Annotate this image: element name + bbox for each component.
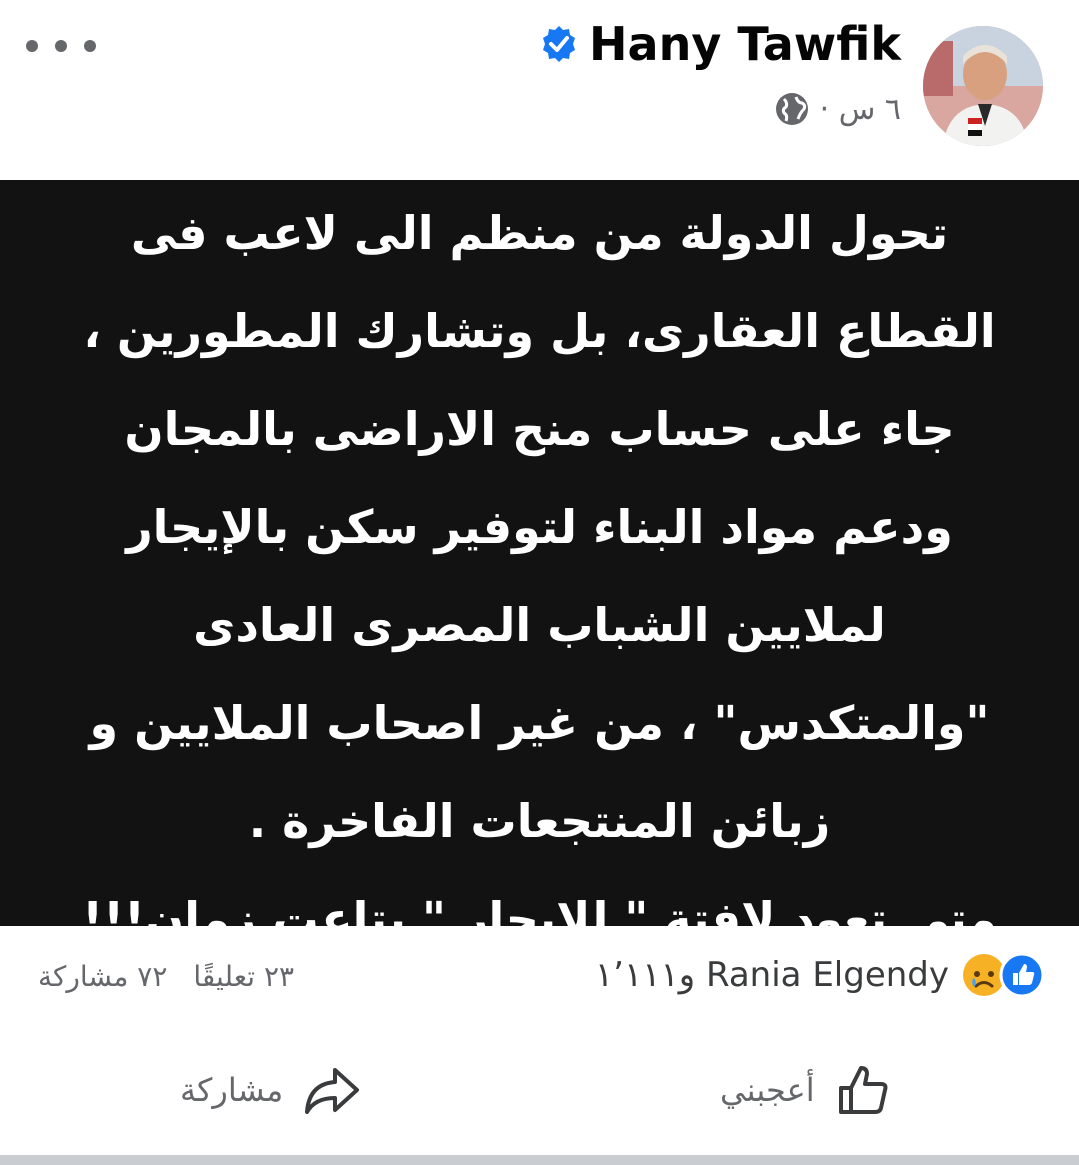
share-button[interactable]: مشاركة: [180, 1040, 361, 1140]
post-meta: ٦ س ·: [774, 88, 901, 130]
globe-icon: [775, 93, 808, 125]
author-row: Hany Tawfik: [539, 14, 901, 74]
post-time[interactable]: ٦ س ·: [820, 92, 901, 127]
like-button[interactable]: أعجبني: [720, 1040, 893, 1140]
post-text: تحول الدولة من منظم الى لاعب فى القطاع ا…: [40, 184, 1039, 926]
feed-divider: [0, 1155, 1079, 1165]
like-label: أعجبني: [720, 1071, 815, 1109]
post-text-line: "والمتكدس" ، من غير اصحاب الملايين و: [89, 696, 990, 750]
more-options-button[interactable]: [26, 28, 96, 64]
more-dot: [26, 40, 38, 52]
thumbs-up-icon: [838, 1066, 888, 1114]
post-text-line: جاء على حساب منح الاراضى بالمجان: [124, 402, 955, 456]
post-text-line: متى تعود لافتة " للايجار " بتاعت زمان!!!: [82, 892, 997, 926]
post-text-line: لملايين الشباب المصرى العادى: [193, 598, 886, 652]
author-name[interactable]: Hany Tawfik: [589, 17, 901, 71]
like-reaction-icon: [999, 952, 1045, 998]
comments-count[interactable]: ٢٣ تعليقًا: [193, 960, 294, 993]
post-text-line: ودعم مواد البناء لتوفير سكن بالإيجار: [126, 500, 953, 554]
avatar-image: [923, 26, 1043, 146]
post-header: Hany Tawfik ٦ س ·: [0, 0, 1079, 180]
shares-count[interactable]: ٧٢ مشاركة: [38, 960, 167, 993]
post-content-image[interactable]: تحول الدولة من منظم الى لاعب فى القطاع ا…: [0, 180, 1079, 926]
reactions-text: Rania Elgendy و١٬١١١: [594, 955, 949, 995]
author-avatar[interactable]: [923, 26, 1043, 146]
post-text-line: القطاع العقارى، بل وتشارك المطورين ،: [83, 304, 996, 358]
more-dot: [55, 40, 67, 52]
engagement-counts: ٢٣ تعليقًا ٧٢ مشاركة: [38, 952, 294, 1000]
post-actions: أعجبني مشاركة: [0, 1040, 1079, 1140]
post-text-line: تحول الدولة من منظم الى لاعب فى: [130, 206, 949, 260]
post-text-line: زبائن المنتجعات الفاخرة .: [248, 794, 831, 848]
reactions-summary[interactable]: Rania Elgendy و١٬١١١: [595, 950, 1045, 1000]
post-stats: Rania Elgendy و١٬١١١ ٢٣ تعليقًا ٧٢ مشارك…: [0, 936, 1079, 1014]
share-arrow-icon: [305, 1068, 360, 1114]
share-label: مشاركة: [180, 1071, 284, 1109]
more-dot: [84, 40, 96, 52]
verified-badge-icon: [543, 26, 576, 62]
